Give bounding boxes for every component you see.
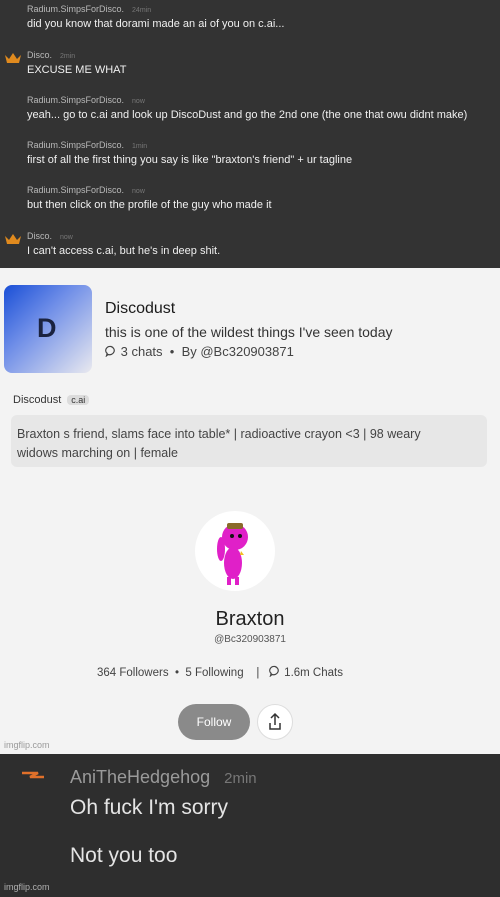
author-name[interactable]: Radium.SimpsForDisco.	[27, 95, 124, 105]
chat-count: 3 chats	[120, 344, 163, 359]
message-text: did you know that dorami made an ai of y…	[27, 18, 285, 30]
message-author[interactable]: Disco. 2min	[27, 50, 75, 60]
reply-panel: AniTheHedgehog 2min Oh fuck I'm sorry Not…	[0, 754, 500, 897]
message-time: 24min	[132, 7, 152, 14]
message-author[interactable]: Radium.SimpsForDisco. 24min	[27, 4, 151, 14]
message-time: now	[60, 234, 73, 241]
crown-icon	[5, 53, 21, 63]
share-icon	[269, 712, 281, 730]
bot-title[interactable]: Discodust	[105, 300, 175, 318]
greeting-bubble: Braxton s friend, slams face into table*…	[11, 415, 487, 467]
chat-bubble-icon	[269, 665, 279, 678]
greeting-text: Braxton s friend, slams face into table*…	[17, 427, 421, 460]
bot-name-row: Discodust c.ai	[13, 394, 90, 406]
followers-count[interactable]: 364 Followers	[97, 667, 169, 679]
message-text: I can't access c.ai, but he's in deep sh…	[27, 245, 221, 257]
message-text: but then click on the profile of the guy…	[27, 199, 272, 211]
message-time: 1min	[132, 143, 148, 150]
message-time: now	[132, 188, 145, 195]
message-time: 2min	[60, 53, 76, 60]
watermark: imgflip.com	[4, 882, 50, 892]
separator-dot: •	[166, 344, 178, 359]
character-image	[217, 523, 248, 585]
message-text: first of all the first thing you say is …	[27, 154, 353, 166]
message-author[interactable]: Radium.SimpsForDisco. 1min	[27, 140, 147, 150]
chat-panel: Radium.SimpsForDisco. 24min did you know …	[0, 0, 500, 268]
profile-avatar[interactable]	[195, 511, 275, 591]
author-name[interactable]: Radium.SimpsForDisco.	[27, 140, 124, 150]
author-name[interactable]: Disco.	[27, 231, 52, 241]
message-text: yeah... go to c.ai and look up DiscoDust…	[27, 109, 468, 121]
bot-avatar[interactable]: D	[4, 285, 92, 373]
avatar-letter: D	[37, 313, 57, 343]
message-author[interactable]: Radium.SimpsForDisco. now	[27, 95, 145, 105]
profile-stats: 364 Followers • 5 Following | 1.6m Chats	[97, 665, 343, 679]
following-count[interactable]: 5 Following	[185, 667, 243, 679]
author-name[interactable]: Disco.	[27, 50, 52, 60]
cai-panel: D Discodust this is one of the wildest t…	[0, 268, 500, 754]
creator-link[interactable]: By @Bc320903871	[182, 344, 294, 359]
reply-line-2: Not you too	[70, 844, 178, 867]
message-time: now	[132, 98, 145, 105]
separator-bar: |	[246, 667, 266, 679]
share-button[interactable]	[257, 704, 293, 740]
author-name[interactable]: AniTheHedgehog	[70, 767, 210, 787]
crown-icon	[5, 234, 21, 244]
reply-line-1: Oh fuck I'm sorry	[70, 796, 229, 819]
separator-dot: •	[171, 667, 183, 679]
bot-description: this is one of the wildest things I've s…	[105, 324, 393, 340]
chats-count: 1.6m Chats	[284, 667, 343, 679]
author-name[interactable]: Radium.SimpsForDisco.	[27, 185, 124, 195]
bot-name: Discodust	[13, 394, 62, 406]
watermark: imgflip.com	[4, 740, 50, 750]
bot-meta: 3 chats • By @Bc320903871	[105, 344, 294, 359]
profile-name: Braxton	[215, 608, 285, 630]
bolt-icon	[22, 771, 44, 779]
author-name[interactable]: Radium.SimpsForDisco.	[27, 4, 124, 14]
chat-bubble-icon	[105, 345, 115, 358]
message-author[interactable]: Disco. now	[27, 231, 73, 241]
profile-handle: @Bc320903871	[214, 634, 286, 645]
message-author[interactable]: Radium.SimpsForDisco. now	[27, 185, 145, 195]
cai-badge: c.ai	[67, 395, 90, 405]
reply-author[interactable]: AniTheHedgehog 2min	[70, 767, 257, 788]
follow-button[interactable]: Follow	[178, 704, 250, 740]
message-time: 2min	[224, 770, 257, 787]
message-text: EXCUSE ME WHAT	[27, 64, 127, 76]
